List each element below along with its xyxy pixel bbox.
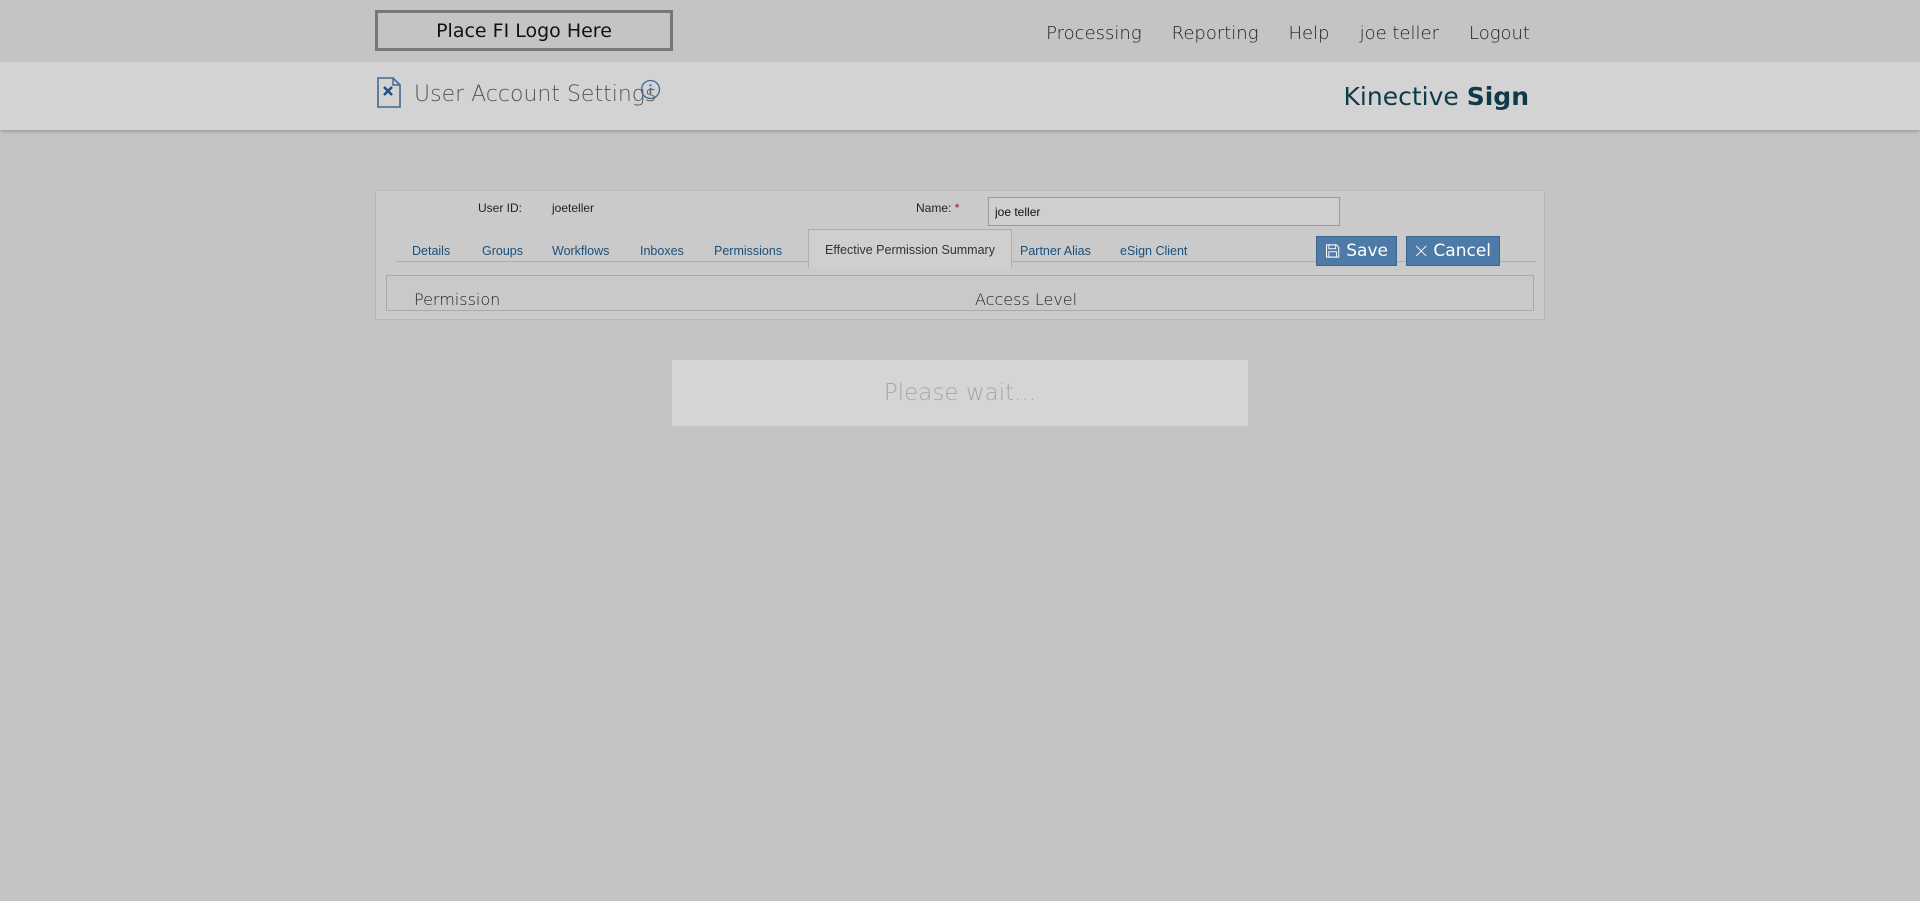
close-icon: [1415, 245, 1427, 257]
user-id-label: User ID:: [478, 201, 523, 215]
page-title: User Account Settings: [414, 82, 657, 107]
tab-groups[interactable]: Groups: [466, 231, 539, 269]
column-header-access-level: Access Level: [975, 290, 1078, 309]
nav-help[interactable]: Help: [1289, 23, 1330, 44]
permission-table-header: Permission Access Level: [386, 275, 1534, 311]
brand-light-text: Kinective: [1343, 82, 1459, 111]
nav-processing[interactable]: Processing: [1046, 23, 1142, 44]
nav-user-name[interactable]: joe teller: [1360, 23, 1439, 44]
tab-esign-client[interactable]: eSign Client: [1104, 231, 1203, 269]
tab-details[interactable]: Details: [396, 231, 466, 269]
cancel-button[interactable]: Cancel: [1406, 236, 1500, 266]
save-disk-icon: [1326, 244, 1340, 258]
name-input[interactable]: [988, 197, 1340, 226]
user-account-form: User ID: joeteller Name: * Details Group…: [375, 190, 1545, 320]
user-id-value: joeteller: [552, 201, 595, 215]
required-marker: *: [954, 201, 960, 215]
save-button[interactable]: Save: [1316, 236, 1397, 266]
save-button-label: Save: [1346, 241, 1388, 261]
brand-logo: Kinective Sign: [1344, 82, 1529, 111]
nav-reporting[interactable]: Reporting: [1172, 23, 1259, 44]
user-settings-document-icon: [377, 77, 401, 108]
top-navigation-bar: Place FI Logo Here Processing Reporting …: [0, 0, 1920, 62]
tab-inboxes[interactable]: Inboxes: [624, 231, 700, 269]
tab-permissions[interactable]: Permissions: [698, 231, 798, 269]
name-label-text: Name:: [916, 201, 952, 215]
fi-logo-placeholder[interactable]: Place FI Logo Here: [375, 10, 673, 51]
cancel-button-label: Cancel: [1433, 241, 1491, 261]
tab-effective-permission-summary[interactable]: Effective Permission Summary: [808, 229, 1012, 269]
loading-message: Please wait...: [672, 360, 1248, 426]
tab-partner-alias[interactable]: Partner Alias: [1004, 231, 1107, 269]
nav-logout[interactable]: Logout: [1469, 23, 1530, 44]
name-label: Name: *: [916, 201, 959, 215]
tab-workflows[interactable]: Workflows: [536, 231, 625, 269]
page-header: User Account Settings Kinective Sign: [0, 62, 1920, 130]
info-icon[interactable]: [640, 79, 661, 100]
main-nav: Processing Reporting Help joe teller Log…: [1016, 0, 1530, 66]
column-header-permission: Permission: [414, 290, 501, 309]
brand-bold-text: Sign: [1466, 82, 1529, 111]
